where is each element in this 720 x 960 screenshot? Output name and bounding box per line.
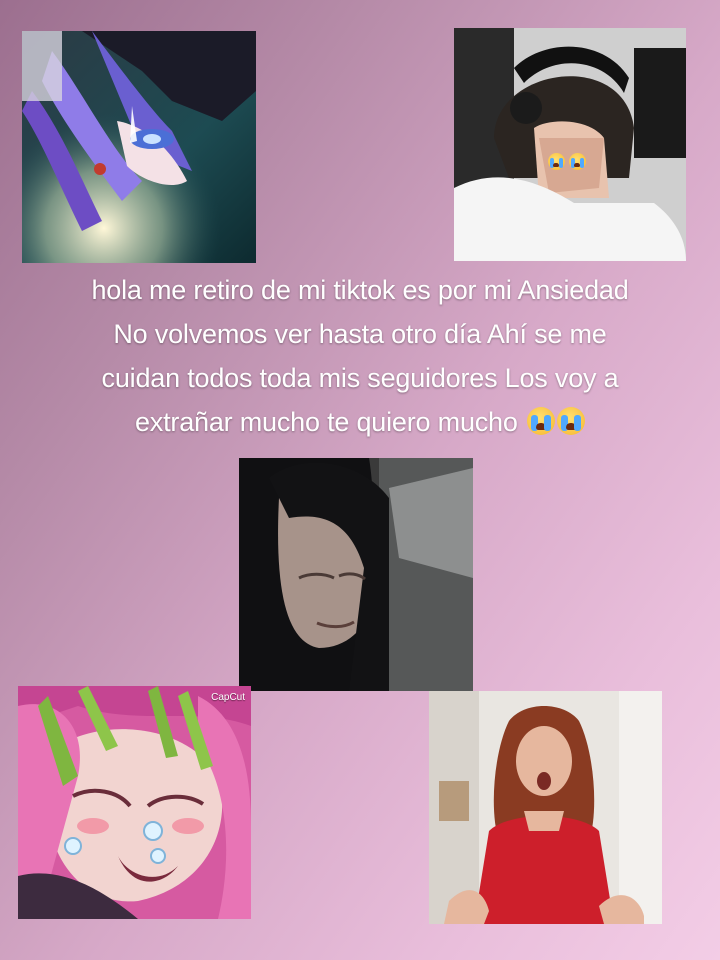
loudly-crying-face-icon (557, 407, 586, 435)
caption-line-1: hola me retiro de mi tiktok es por mi An… (91, 275, 629, 305)
loudly-crying-face-icon (569, 153, 586, 170)
capcut-watermark: CapCut (211, 692, 245, 703)
anime-crying-image-top-left (22, 31, 256, 263)
caption-line-3: cuidan todos toda mis seguidores Los voy… (101, 363, 619, 393)
woman-crying-image-center (239, 458, 473, 691)
loudly-crying-face-icon (527, 407, 556, 435)
caption-line-4: extrañar mucho te quiero mucho (20, 400, 700, 444)
crying-emoji-pair (546, 153, 586, 170)
caption-text: hola me retiro de mi tiktok es por mi An… (20, 268, 700, 444)
caption-line-4-text: extrañar mucho te quiero mucho (134, 407, 518, 437)
headphones-crying-image-top-right (454, 28, 686, 261)
anime-crying-image-bottom-left: CapCut (18, 686, 251, 919)
caption-line-2: No volvemos ver hasta otro día Ahí se me (113, 319, 607, 349)
woman-red-shirt-image-bottom-right (429, 691, 662, 924)
loudly-crying-face-icon (548, 153, 565, 170)
